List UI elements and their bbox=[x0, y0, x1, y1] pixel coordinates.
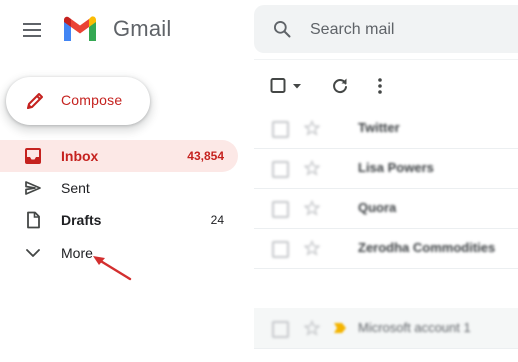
checkbox-dropdown-icon bbox=[270, 78, 301, 93]
row-checkbox[interactable] bbox=[272, 161, 289, 178]
gmail-logo-icon[interactable] bbox=[61, 14, 99, 44]
mail-row[interactable]: Quora bbox=[254, 188, 518, 229]
sidebar-item-inbox[interactable]: Inbox 43,854 bbox=[0, 140, 238, 172]
more-vert-icon[interactable] bbox=[370, 76, 390, 96]
star-icon[interactable] bbox=[304, 200, 320, 216]
mail-row[interactable]: Zerodha Commodities bbox=[254, 228, 518, 269]
mail-row[interactable]: Twitter bbox=[254, 108, 518, 149]
top-header: Gmail bbox=[0, 0, 518, 60]
sidebar-item-label: Inbox bbox=[61, 148, 99, 164]
star-icon[interactable] bbox=[304, 320, 320, 336]
send-icon bbox=[25, 181, 41, 195]
mail-sender: Twitter bbox=[358, 120, 400, 135]
app-name: Gmail bbox=[113, 16, 172, 41]
compose-label: Compose bbox=[61, 92, 123, 108]
refresh-icon[interactable] bbox=[330, 76, 350, 96]
star-icon[interactable] bbox=[304, 240, 320, 256]
mail-list: Twitter Lisa Powers Quora Zerodha Commod… bbox=[254, 108, 518, 362]
sidebar-item-label: Sent bbox=[61, 180, 90, 196]
sidebar-item-drafts[interactable]: Drafts 24 bbox=[0, 204, 238, 236]
mail-sender: Microsoft account 1 bbox=[358, 320, 471, 335]
search-icon[interactable] bbox=[272, 19, 292, 39]
mail-sender: Lisa Powers bbox=[358, 160, 434, 175]
divider bbox=[254, 59, 518, 60]
annotation-arrow-icon bbox=[93, 256, 132, 281]
row-checkbox[interactable] bbox=[272, 321, 289, 338]
sidebar-item-label: Drafts bbox=[61, 212, 102, 228]
compose-button[interactable]: Compose bbox=[6, 77, 150, 125]
mail-sender: Zerodha Commodities bbox=[358, 240, 496, 255]
mail-row[interactable]: Lisa Powers bbox=[254, 148, 518, 189]
row-checkbox[interactable] bbox=[272, 121, 289, 138]
star-icon[interactable] bbox=[304, 160, 320, 176]
draft-icon bbox=[27, 211, 40, 229]
sidebar-item-sent[interactable]: Sent bbox=[0, 172, 238, 204]
hamburger-menu-icon bbox=[23, 23, 41, 37]
search-input[interactable] bbox=[308, 17, 518, 43]
mail-sender: Quora bbox=[358, 200, 397, 215]
row-checkbox[interactable] bbox=[272, 241, 289, 258]
select-all-checkbox[interactable] bbox=[270, 78, 306, 94]
important-marker-icon[interactable] bbox=[334, 322, 346, 334]
drafts-count: 24 bbox=[210, 213, 224, 227]
star-icon[interactable] bbox=[304, 120, 320, 136]
inbox-icon bbox=[25, 148, 41, 164]
row-checkbox[interactable] bbox=[272, 201, 289, 218]
search-bar[interactable] bbox=[254, 5, 518, 53]
main-menu-button[interactable] bbox=[17, 16, 49, 44]
chevron-down-icon bbox=[26, 249, 40, 257]
unread-count: 43,854 bbox=[187, 149, 224, 163]
mail-row[interactable]: Microsoft account 1 bbox=[254, 308, 518, 349]
pencil-icon bbox=[27, 93, 43, 109]
